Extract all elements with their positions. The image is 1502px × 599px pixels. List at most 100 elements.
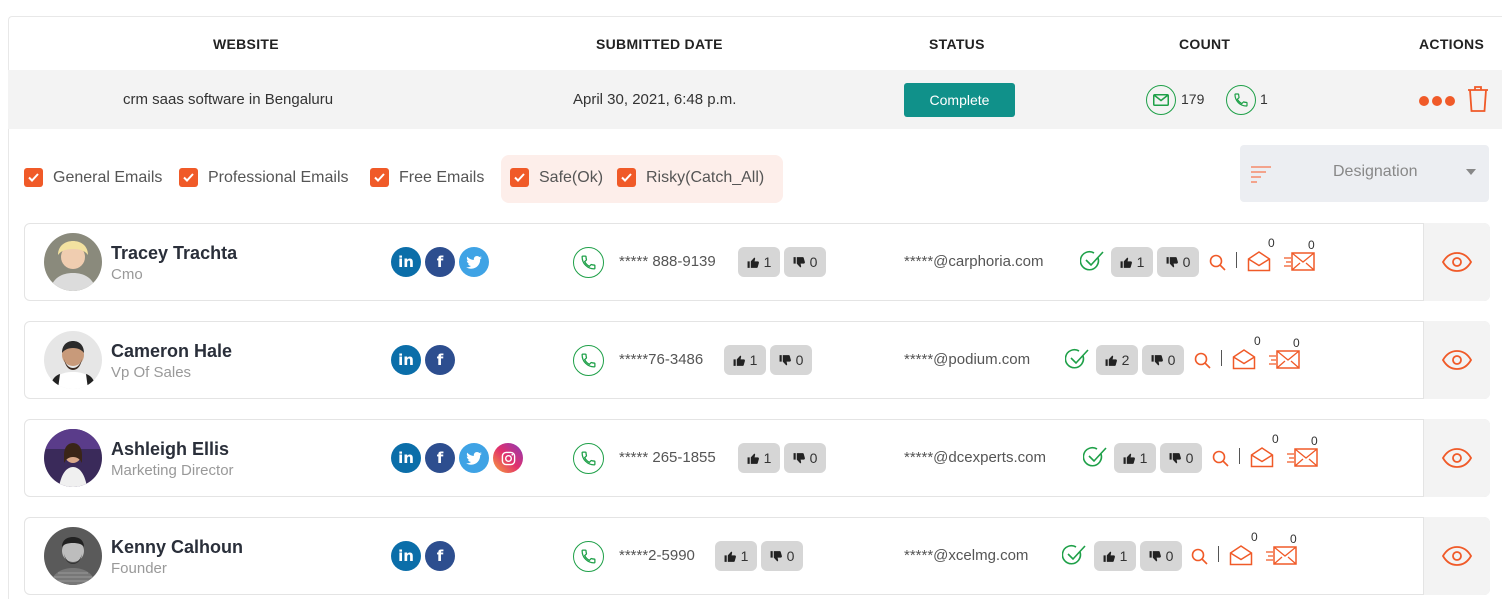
trash-icon[interactable] — [1466, 85, 1490, 118]
email-thumbs-up-button[interactable]: 1 — [1111, 247, 1153, 277]
checkbox-checked-icon[interactable] — [179, 168, 198, 187]
view-contact-button[interactable] — [1423, 517, 1490, 595]
phone-number: ***** 888-9139 — [619, 253, 716, 270]
phone-icon[interactable] — [573, 541, 604, 572]
social-links: in f — [391, 541, 455, 571]
phone-thumbs-up-button[interactable]: 1 — [738, 443, 780, 473]
filter-label: Safe(Ok) — [539, 168, 604, 186]
email-opened-icon[interactable] — [1247, 250, 1271, 272]
linkedin-icon[interactable]: in — [391, 443, 421, 473]
email-thumbs-up-button[interactable]: 1 — [1114, 443, 1156, 473]
search-icon[interactable] — [1194, 352, 1211, 369]
opened-count: 0 — [1251, 530, 1258, 544]
contact-title: Founder — [111, 560, 167, 577]
facebook-icon[interactable]: f — [425, 541, 455, 571]
contact-name[interactable]: Tracey Trachta — [111, 243, 237, 264]
email-sent-icon[interactable] — [1265, 544, 1297, 566]
thumbs-down-icon — [793, 452, 805, 463]
email-sent-icon[interactable] — [1268, 348, 1300, 370]
divider — [1236, 252, 1237, 268]
thumbs-up-icon — [1123, 453, 1135, 464]
email-opened-icon[interactable] — [1232, 348, 1256, 370]
email-thumbs-down-button[interactable]: 0 — [1160, 443, 1202, 473]
phone-icon[interactable] — [573, 247, 604, 278]
phone-thumbs-down-button[interactable]: 0 — [784, 247, 826, 277]
email-thumbs-down-button[interactable]: 0 — [1142, 345, 1184, 375]
search-icon[interactable] — [1212, 450, 1229, 467]
thumbs-down-icon — [1166, 256, 1178, 267]
phone-up-count: 1 — [740, 548, 749, 564]
email-thumbs-down-button[interactable]: 0 — [1157, 247, 1199, 277]
phone-thumbs-down-button[interactable]: 0 — [770, 345, 812, 375]
filter-safe-ok[interactable]: Safe(Ok) — [510, 168, 603, 187]
instagram-icon[interactable] — [493, 443, 523, 473]
email-sent-icon[interactable] — [1283, 250, 1315, 272]
status-badge[interactable]: Complete — [904, 83, 1015, 117]
linkedin-icon[interactable]: in — [391, 345, 421, 375]
view-contact-button[interactable] — [1423, 419, 1490, 497]
phone-thumbs-up-button[interactable]: 1 — [738, 247, 780, 277]
contact-name[interactable]: Ashleigh Ellis — [111, 439, 229, 460]
email-opened-icon[interactable] — [1229, 544, 1253, 566]
email-address: *****@carphoria.com — [904, 253, 1044, 270]
phone-up-count: 1 — [749, 352, 758, 368]
filter-risky-catch-all[interactable]: Risky(Catch_All) — [617, 168, 764, 187]
opened-count: 0 — [1272, 432, 1279, 446]
contact-name[interactable]: Cameron Hale — [111, 341, 232, 362]
facebook-icon[interactable]: f — [425, 247, 455, 277]
facebook-icon[interactable]: f — [425, 443, 455, 473]
checkbox-checked-icon[interactable] — [24, 168, 43, 187]
view-contact-button[interactable] — [1423, 321, 1490, 399]
phone-thumbs-up-button[interactable]: 1 — [724, 345, 766, 375]
email-count: 179 — [1181, 91, 1205, 107]
eye-icon — [1442, 448, 1472, 468]
checkbox-checked-icon[interactable] — [617, 168, 636, 187]
search-icon[interactable] — [1191, 548, 1208, 565]
email-opened-icon[interactable] — [1250, 446, 1274, 468]
contact-name[interactable]: Kenny Calhoun — [111, 537, 243, 558]
filter-label: Risky(Catch_All) — [646, 168, 765, 186]
linkedin-icon[interactable]: in — [391, 247, 421, 277]
email-up-count: 1 — [1136, 254, 1145, 270]
header-status: STATUS — [929, 36, 985, 52]
phone-thumbs-down-button[interactable]: 0 — [761, 541, 803, 571]
email-thumbs-down-button[interactable]: 0 — [1140, 541, 1182, 571]
designation-select[interactable]: Designation — [1240, 145, 1489, 202]
email-thumbs-up-button[interactable]: 2 — [1096, 345, 1138, 375]
avatar — [44, 429, 102, 487]
contact-title: Vp Of Sales — [111, 364, 192, 381]
filter-general-emails[interactable]: General Emails — [24, 168, 162, 187]
email-thumbs-up-button[interactable]: 1 — [1094, 541, 1136, 571]
phone-thumbs-down-button[interactable]: 0 — [784, 443, 826, 473]
sent-count: 0 — [1311, 434, 1318, 448]
search-icon[interactable] — [1209, 254, 1226, 271]
phone-up-count: 1 — [763, 450, 772, 466]
twitter-icon[interactable] — [459, 443, 489, 473]
email-down-count: 0 — [1185, 450, 1194, 466]
thumbs-up-icon — [747, 257, 759, 268]
phone-thumbs-up-button[interactable]: 1 — [715, 541, 757, 571]
filter-free-emails[interactable]: Free Emails — [370, 168, 484, 187]
verified-check-icon — [1065, 348, 1089, 369]
thumbs-up-icon — [1103, 551, 1115, 562]
linkedin-icon[interactable]: in — [391, 541, 421, 571]
phone-number: *****2-5990 — [619, 547, 695, 564]
contact-card: Tracey Trachta Cmo in f ***** 888-9139 1… — [24, 223, 1490, 301]
chevron-down-icon — [1466, 169, 1476, 175]
thumbs-down-icon — [1151, 354, 1163, 365]
checkbox-checked-icon[interactable] — [370, 168, 389, 187]
more-actions-button[interactable] — [1419, 96, 1455, 106]
phone-icon[interactable] — [573, 443, 604, 474]
email-count-icon — [1146, 85, 1176, 115]
phone-number: *****76-3486 — [619, 351, 704, 368]
phone-number: ***** 265-1855 — [619, 449, 716, 466]
checkbox-checked-icon[interactable] — [510, 168, 529, 187]
email-sent-icon[interactable] — [1286, 446, 1318, 468]
view-contact-button[interactable] — [1423, 223, 1490, 301]
avatar — [44, 527, 102, 585]
phone-icon[interactable] — [573, 345, 604, 376]
twitter-icon[interactable] — [459, 247, 489, 277]
filter-professional-emails[interactable]: Professional Emails — [179, 168, 349, 187]
facebook-icon[interactable]: f — [425, 345, 455, 375]
contact-card: Cameron Hale Vp Of Sales in f *****76-34… — [24, 321, 1490, 399]
